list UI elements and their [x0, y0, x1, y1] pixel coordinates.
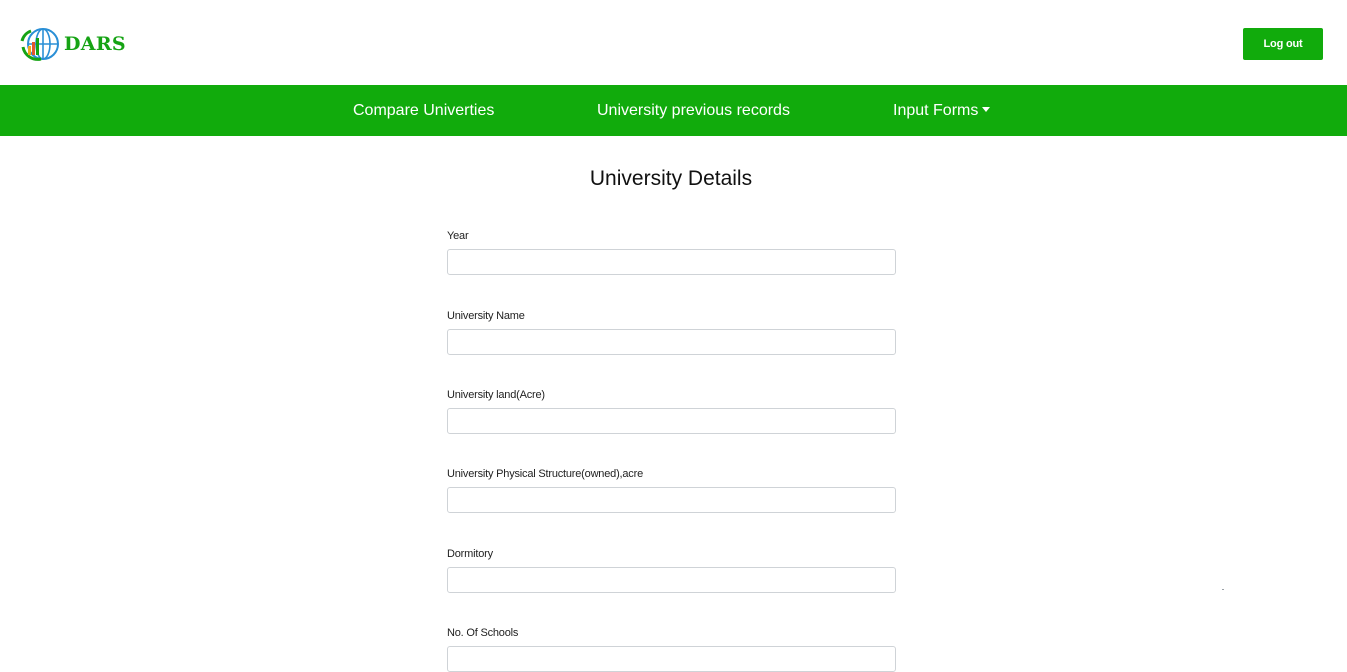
year-input[interactable] — [447, 249, 896, 275]
dormitory-input[interactable] — [447, 567, 896, 593]
form-group-university-land: University land(Acre) — [447, 388, 896, 434]
header: DARS Log out — [0, 0, 1347, 85]
nav-item-input-forms-label: Input Forms — [893, 102, 979, 119]
nav-item-input-forms[interactable]: Input Forms — [893, 85, 991, 136]
university-land-input[interactable] — [447, 408, 896, 434]
year-label: Year — [447, 230, 469, 242]
logout-button[interactable]: Log out — [1243, 28, 1323, 60]
nav-item-compare-universities[interactable]: Compare Univerties — [353, 85, 494, 136]
physical-structure-label: University Physical Structure(owned),acr… — [447, 468, 643, 480]
globe-chart-logo-icon — [20, 28, 59, 61]
form-group-university-name: University Name — [447, 309, 896, 355]
brand[interactable]: DARS — [19, 27, 126, 61]
caret-down-icon — [982, 107, 991, 112]
brand-name: DARS — [64, 33, 126, 55]
university-name-label: University Name — [447, 310, 525, 322]
no-of-schools-label: No. Of Schools — [447, 627, 519, 639]
university-name-input[interactable] — [447, 329, 896, 355]
university-land-label: University land(Acre) — [447, 389, 545, 401]
form-group-year: Year — [447, 229, 896, 275]
form-group-physical-structure: University Physical Structure(owned),acr… — [447, 467, 896, 513]
nav-item-university-previous-records[interactable]: University previous records — [597, 85, 790, 136]
dormitory-label: Dormitory — [447, 548, 493, 560]
main-navbar: Compare Univerties University previous r… — [0, 85, 1347, 136]
form-group-dormitory: Dormitory — [447, 547, 896, 593]
form-group-no-of-schools: No. Of Schools — [447, 626, 896, 672]
no-of-schools-input[interactable] — [447, 646, 896, 672]
page-title: University Details — [589, 167, 753, 190]
physical-structure-input[interactable] — [447, 487, 896, 513]
stray-dot — [1222, 589, 1224, 590]
